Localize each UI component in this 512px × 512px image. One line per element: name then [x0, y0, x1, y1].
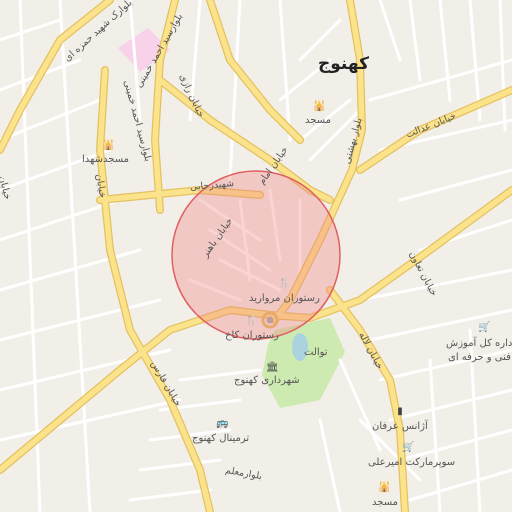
shop-icon[interactable]: 🛒 [402, 442, 414, 454]
poi-label: مسجد [372, 497, 398, 508]
poi-label: شهرداری کهنوج [234, 375, 300, 386]
restaurant-icon[interactable]: 🍴 [278, 278, 290, 290]
poi-label: ترمینال کهنوج [192, 433, 250, 444]
poi-label: توالت [304, 347, 328, 358]
poi-label: اداره کل آموزش [446, 338, 512, 349]
mosque-icon[interactable]: 🕌 [378, 482, 390, 494]
map-canvas[interactable]: کهنوج بلوارسید احمد خمینی خیابان رازی بل… [0, 0, 512, 512]
city-label: کهنوج [318, 54, 369, 74]
mosque-icon[interactable]: 🕌 [102, 140, 114, 152]
mosque-icon[interactable]: 🕌 [313, 101, 325, 113]
bus-icon[interactable]: 🚌 [216, 418, 228, 430]
map-base-layer [0, 0, 512, 512]
townhall-icon[interactable]: 🏛 [266, 362, 279, 374]
taxi-icon[interactable]: ▮ [394, 406, 406, 418]
poi-label: رستوران کاخ [225, 330, 279, 341]
poi-label: فنی و حرفه ای [448, 352, 511, 363]
poi-label: آژانس عرفان [372, 421, 428, 432]
school-icon[interactable]: 🛒 [478, 322, 490, 334]
poi-label: سوپرمارکت امیرعلی [368, 457, 456, 468]
poi-label: رستوران مروارید [249, 293, 320, 304]
poi-label: مسجد [305, 115, 331, 126]
restaurant-icon[interactable]: 🍴 [245, 315, 257, 327]
search-radius-circle [171, 170, 341, 340]
poi-label: مسجدشهدا [82, 154, 129, 165]
